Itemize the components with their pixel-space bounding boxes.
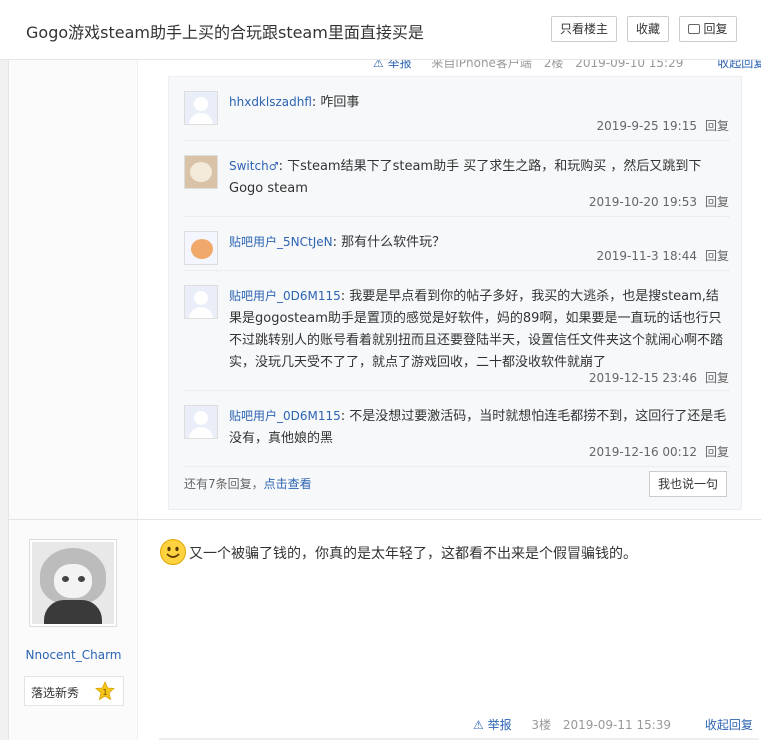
floor-divider [9,519,761,520]
avatar[interactable] [184,285,218,319]
author-avatar[interactable] [29,539,117,627]
star-level-icon: 1 [95,681,115,701]
author-name[interactable]: Nnocent_Charm [9,648,138,662]
badge-level: 1 [102,688,107,697]
male-icon: ♂ [268,160,279,173]
sub-reply-content: 咋回事 [320,95,360,110]
sub-reply-reply-link[interactable]: 回复 [705,119,729,133]
post-time: 2019-09-11 15:39 [562,718,672,732]
sub-reply-box: hhxdklszadhfl: 咋回事 2019-9-25 19:15 回复 Swi… [168,76,742,510]
reply-button[interactable]: 回复 [679,16,737,42]
post-content: 又一个被骗了钱的，你真的是太年轻了，这都看不出来是个假冒骗钱的。 [159,538,749,570]
username[interactable]: Switch [229,159,269,173]
sub-reply-meta: 2019-12-16 00:12 回复 [589,443,729,460]
smile-emoji-icon [160,539,186,565]
avatar[interactable] [184,231,218,265]
level-badge[interactable]: 落选新秀 1 [24,676,124,706]
fold-replies-link[interactable]: 收起回复 [705,718,753,732]
floor-number: 3楼 [531,718,552,732]
sub-reply-content: 下steam结果下了steam助手 买了求生之路，和玩购买 ，然后又跳到下Gog… [229,159,702,196]
reply-button-label: 回复 [703,22,728,36]
say-something-button[interactable]: 我也说一句 [649,471,727,497]
sub-reply-text: hhxdklszadhfl: 咋回事 [229,95,360,110]
sub-reply-meta: 2019-10-20 19:53 回复 [589,193,729,210]
sub-reply-reply-link[interactable]: 回复 [705,195,729,209]
more-replies-text: 还有7条回复， [184,477,264,491]
sub-reply-item: Switch♂: 下steam结果下了steam助手 买了求生之路，和玩购买 ，… [184,141,729,217]
sub-reply-text: 贴吧用户_0D6M115: 我要是早点看到你的帖子多好，我买的大逃杀，也是搜st… [229,289,724,370]
only-host-button[interactable]: 只看楼主 [551,16,617,42]
sub-reply-reply-link[interactable]: 回复 [705,445,729,459]
post-area: ⚠ 举报 来自iPhone客户端 2楼 2019-09-10 15:29 收起回… [8,56,761,740]
sub-reply-reply-link[interactable]: 回复 [705,371,729,385]
avatar[interactable] [184,155,218,189]
favorite-button[interactable]: 收藏 [627,16,669,42]
badge-title: 落选新秀 [31,686,80,700]
floor3-tail: ⚠ 举报 3楼 2019-09-11 15:39 收起回复 [473,716,761,733]
post-text: 又一个被骗了钱的，你真的是太年轻了，这都看不出来是个假冒骗钱的。 [189,546,637,562]
avatar[interactable] [184,405,218,439]
sub-reply-item: hhxdklszadhfl: 咋回事 2019-9-25 19:15 回复 [184,77,729,141]
sub-reply-reply-link[interactable]: 回复 [705,249,729,263]
comment-icon [688,24,701,34]
avatar[interactable] [184,91,218,125]
author-column [9,60,138,740]
sub-reply-meta: 2019-11-3 18:44 回复 [596,247,729,264]
username[interactable]: hhxdklszadhfl [229,95,312,109]
sub-reply-item: 贴吧用户_0D6M115: 不是没想过要激活码，当时就想怕连毛都捞不到，这回行了… [184,391,729,467]
thread-title: Gogo游戏steam助手上买的合玩跟steam里面直接买是 [26,23,424,42]
view-more-link[interactable]: 点击查看 [264,477,312,491]
anime-avatar-image [32,542,114,624]
sub-reply-time: 2019-10-20 19:53 [588,195,697,209]
sub-reply-content: 那有什么软件玩？ [341,235,446,250]
sub-reply-item: 贴吧用户_5NCtJeN: 那有什么软件玩？ 2019-11-3 18:44 回复 [184,217,729,271]
more-replies: 还有7条回复，点击查看 [184,475,312,492]
username[interactable]: 贴吧用户_5NCtJeN [229,235,333,249]
sub-reply-meta: 2019-12-15 23:46 回复 [589,369,729,386]
username[interactable]: 贴吧用户_0D6M115 [229,409,341,423]
report-link[interactable]: ⚠ 举报 [473,718,520,732]
sub-reply-meta: 2019-9-25 19:15 回复 [596,117,729,134]
sub-reply-time: 2019-11-3 18:44 [596,249,697,263]
username[interactable]: 贴吧用户_0D6M115 [229,289,341,303]
sub-reply-time: 2019-12-16 00:12 [588,445,697,459]
sub-reply-item: 贴吧用户_0D6M115: 我要是早点看到你的帖子多好，我买的大逃杀，也是搜st… [184,271,729,391]
thread-header: Gogo游戏steam助手上买的合玩跟steam里面直接买是 只看楼主 收藏 回… [0,0,761,60]
sub-reply-time: 2019-9-25 19:15 [596,119,697,133]
sub-reply-time: 2019-12-15 23:46 [588,371,697,385]
report-label: 举报 [487,718,512,732]
